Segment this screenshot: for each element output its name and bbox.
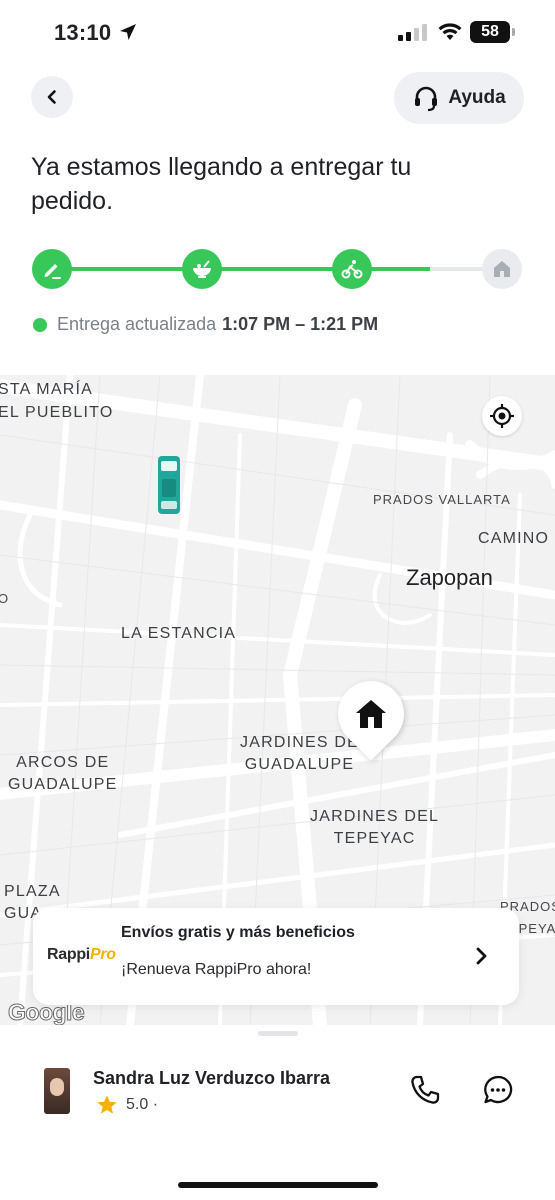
chevron-right-icon <box>476 947 487 965</box>
status-bar: 13:10 58 <box>0 0 555 64</box>
call-button[interactable] <box>409 1074 441 1111</box>
brand-name: Rappi <box>47 946 90 963</box>
sheet-grabber[interactable] <box>258 1031 298 1036</box>
courier-name: Sandra Luz Verduzco Ibarra <box>93 1068 331 1088</box>
rappipro-promo-card[interactable]: RappiPro Envíos gratis y más beneficios … <box>33 908 519 1005</box>
courier-vehicle-icon <box>158 456 180 514</box>
map-label-zapopan: Zapopan <box>406 565 493 590</box>
step-preparing <box>182 249 222 289</box>
courier-avatar <box>44 1068 70 1114</box>
promo-headline: Envíos gratis y más beneficios <box>121 924 355 941</box>
house-icon <box>494 261 510 277</box>
back-button[interactable] <box>31 76 73 118</box>
courier-bike-icon <box>341 260 363 279</box>
map-label-la-estancia: LA ESTANCIA <box>121 625 237 642</box>
pencil-icon <box>44 264 61 279</box>
headset-icon <box>415 86 438 112</box>
step-delivered <box>482 249 522 289</box>
chevron-left-icon <box>47 90 56 104</box>
chat-bubble-icon <box>484 1075 513 1104</box>
delivery-eta: Entrega actualizada 1:07 PM – 1:21 PM <box>33 314 378 335</box>
map-label-jardines-tepeyac: JARDINES DEL TEPEYAC <box>310 808 440 847</box>
map-label-santa-maria: STA MARÍA <box>0 381 93 398</box>
brand-suffix: Pro <box>89 946 116 963</box>
map-label-pueblito: EL PUEBLITO <box>0 404 114 421</box>
page-title: Ya estamos llegando a entregar tu pedido… <box>31 153 412 215</box>
courier-sheet <box>0 1025 555 1200</box>
eta-label: Entrega actualizada <box>57 314 217 334</box>
recenter-button[interactable] <box>482 396 522 436</box>
help-label: Ayuda <box>448 87 506 108</box>
cellular-signal-icon <box>398 24 427 41</box>
location-arrow-icon <box>120 24 136 40</box>
house-icon <box>356 700 386 728</box>
wifi-icon <box>438 23 462 40</box>
rating-value: 5.0 · <box>126 1096 159 1113</box>
promo-subline: ¡Renueva RappiPro ahora! <box>121 961 312 978</box>
map-label-camino: CAMINO <box>478 530 550 547</box>
progress-fill <box>52 267 430 271</box>
step-order-placed <box>32 249 72 289</box>
rappipro-logo: RappiPro <box>47 946 116 964</box>
step-on-the-way <box>332 249 372 289</box>
courier-rating: 5.0 · <box>96 1094 158 1116</box>
star-icon <box>97 1095 117 1114</box>
chat-button[interactable] <box>482 1074 514 1111</box>
clock: 13:10 <box>54 20 112 45</box>
eta-value: 1:07 PM – 1:21 PM <box>222 314 379 334</box>
crosshair-icon <box>490 404 514 428</box>
battery-indicator: 58 <box>470 21 515 43</box>
map-label-prados-vallarta: PRADOS VALLARTA <box>373 492 511 507</box>
map-label-edge: O <box>0 591 10 606</box>
home-indicator <box>178 1182 378 1188</box>
map-label-arcos: ARCOS DE GUADALUPE <box>8 754 118 793</box>
bowl-icon <box>193 260 211 278</box>
destination-pin <box>324 667 418 761</box>
phone-icon <box>411 1075 440 1104</box>
help-button[interactable]: Ayuda <box>394 72 524 124</box>
status-dot <box>33 317 47 332</box>
